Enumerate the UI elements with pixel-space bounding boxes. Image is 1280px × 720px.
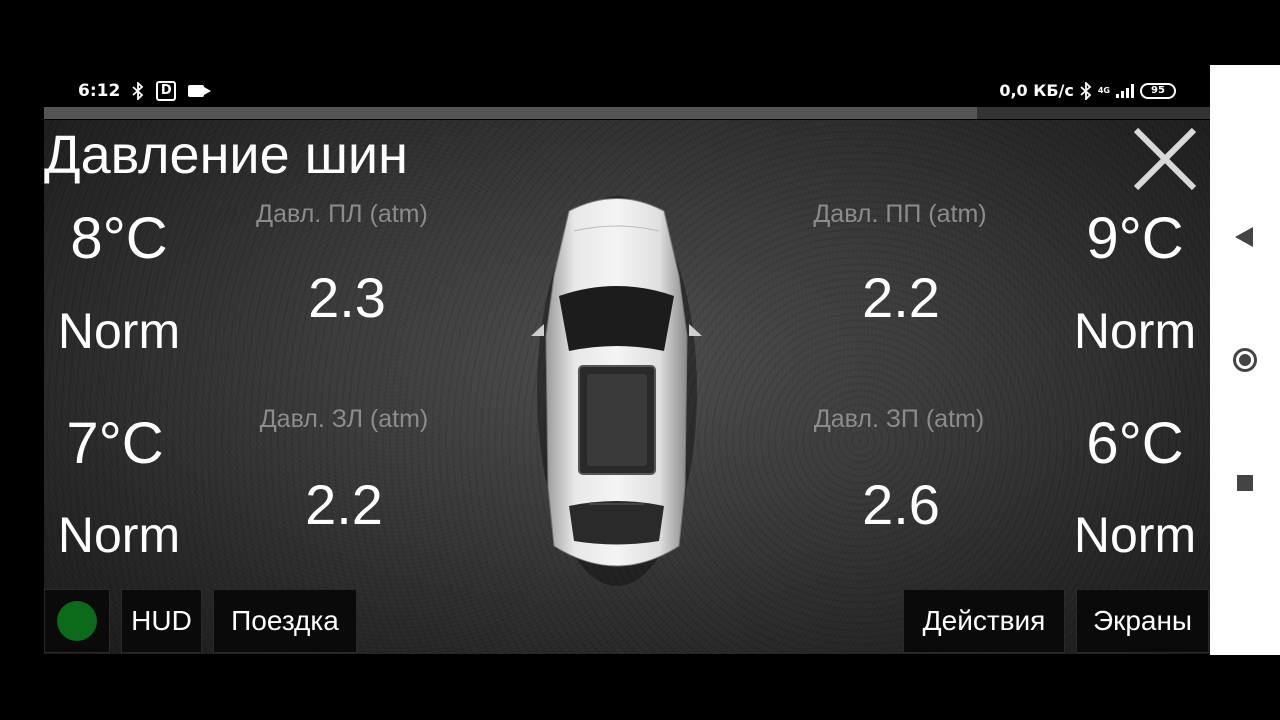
front-right-status: Norm xyxy=(1073,303,1197,359)
clock: 6:12 xyxy=(78,81,121,101)
front-left-temp: 8°C xyxy=(70,206,168,271)
progress-strip xyxy=(44,107,1210,119)
d-app-icon: D xyxy=(156,81,177,101)
signal-strength-icon xyxy=(1116,83,1134,98)
rear-left-pressure: 2.2 xyxy=(305,473,383,536)
back-icon[interactable] xyxy=(1235,227,1253,247)
connection-status-indicator xyxy=(57,601,97,641)
front-left-pressure-label: Давл. ПЛ (atm) xyxy=(256,200,428,228)
screens-button[interactable]: Экраны xyxy=(1076,589,1209,653)
recent-apps-icon[interactable] xyxy=(1237,475,1253,491)
home-icon[interactable] xyxy=(1233,348,1257,372)
android-nav-bar xyxy=(1210,65,1280,655)
hud-button[interactable]: HUD xyxy=(121,589,202,653)
connection-indicator-button[interactable] xyxy=(44,589,110,653)
rear-left-temp: 7°C xyxy=(66,411,164,476)
front-right-temp: 9°C xyxy=(1086,206,1184,271)
bluetooth-icon xyxy=(132,82,144,100)
rear-left-pressure-label: Давл. ЗЛ (atm) xyxy=(259,405,429,433)
rear-right-pressure-label: Давл. ЗП (atm) xyxy=(813,405,985,433)
network-speed: 0,0 КБ/с xyxy=(999,81,1074,100)
bluetooth-icon-right xyxy=(1080,81,1092,100)
rear-right-temp: 6°C xyxy=(1086,411,1184,476)
progress-fill xyxy=(44,107,977,119)
network-type: 4G xyxy=(1097,86,1110,95)
front-left-pressure: 2.3 xyxy=(308,266,386,329)
battery-icon: 95 xyxy=(1140,82,1176,99)
page-title: Давление шин xyxy=(44,125,408,185)
status-bar-right: 0,0 КБ/с 4G 95 xyxy=(999,81,1176,100)
video-camera-icon xyxy=(188,85,212,97)
status-bar-left: 6:12 D xyxy=(78,81,212,101)
front-left-status: Norm xyxy=(57,303,181,359)
status-bar: 6:12 D 0,0 КБ/с 4G 95 xyxy=(44,76,1210,106)
rear-right-status: Norm xyxy=(1073,507,1197,563)
trip-button[interactable]: Поездка xyxy=(213,589,357,653)
front-right-pressure-label: Давл. ПП (atm) xyxy=(813,200,987,228)
rear-left-status: Norm xyxy=(57,507,181,563)
tire-pressure-screen: Давление шин 8°C Norm Давл. ПЛ (atm) 2.3… xyxy=(44,120,1210,654)
car-top-view-image xyxy=(531,196,702,586)
front-right-pressure: 2.2 xyxy=(862,266,940,329)
actions-button[interactable]: Действия xyxy=(903,589,1065,653)
rear-right-pressure: 2.6 xyxy=(862,473,940,536)
close-icon[interactable] xyxy=(1130,124,1200,194)
